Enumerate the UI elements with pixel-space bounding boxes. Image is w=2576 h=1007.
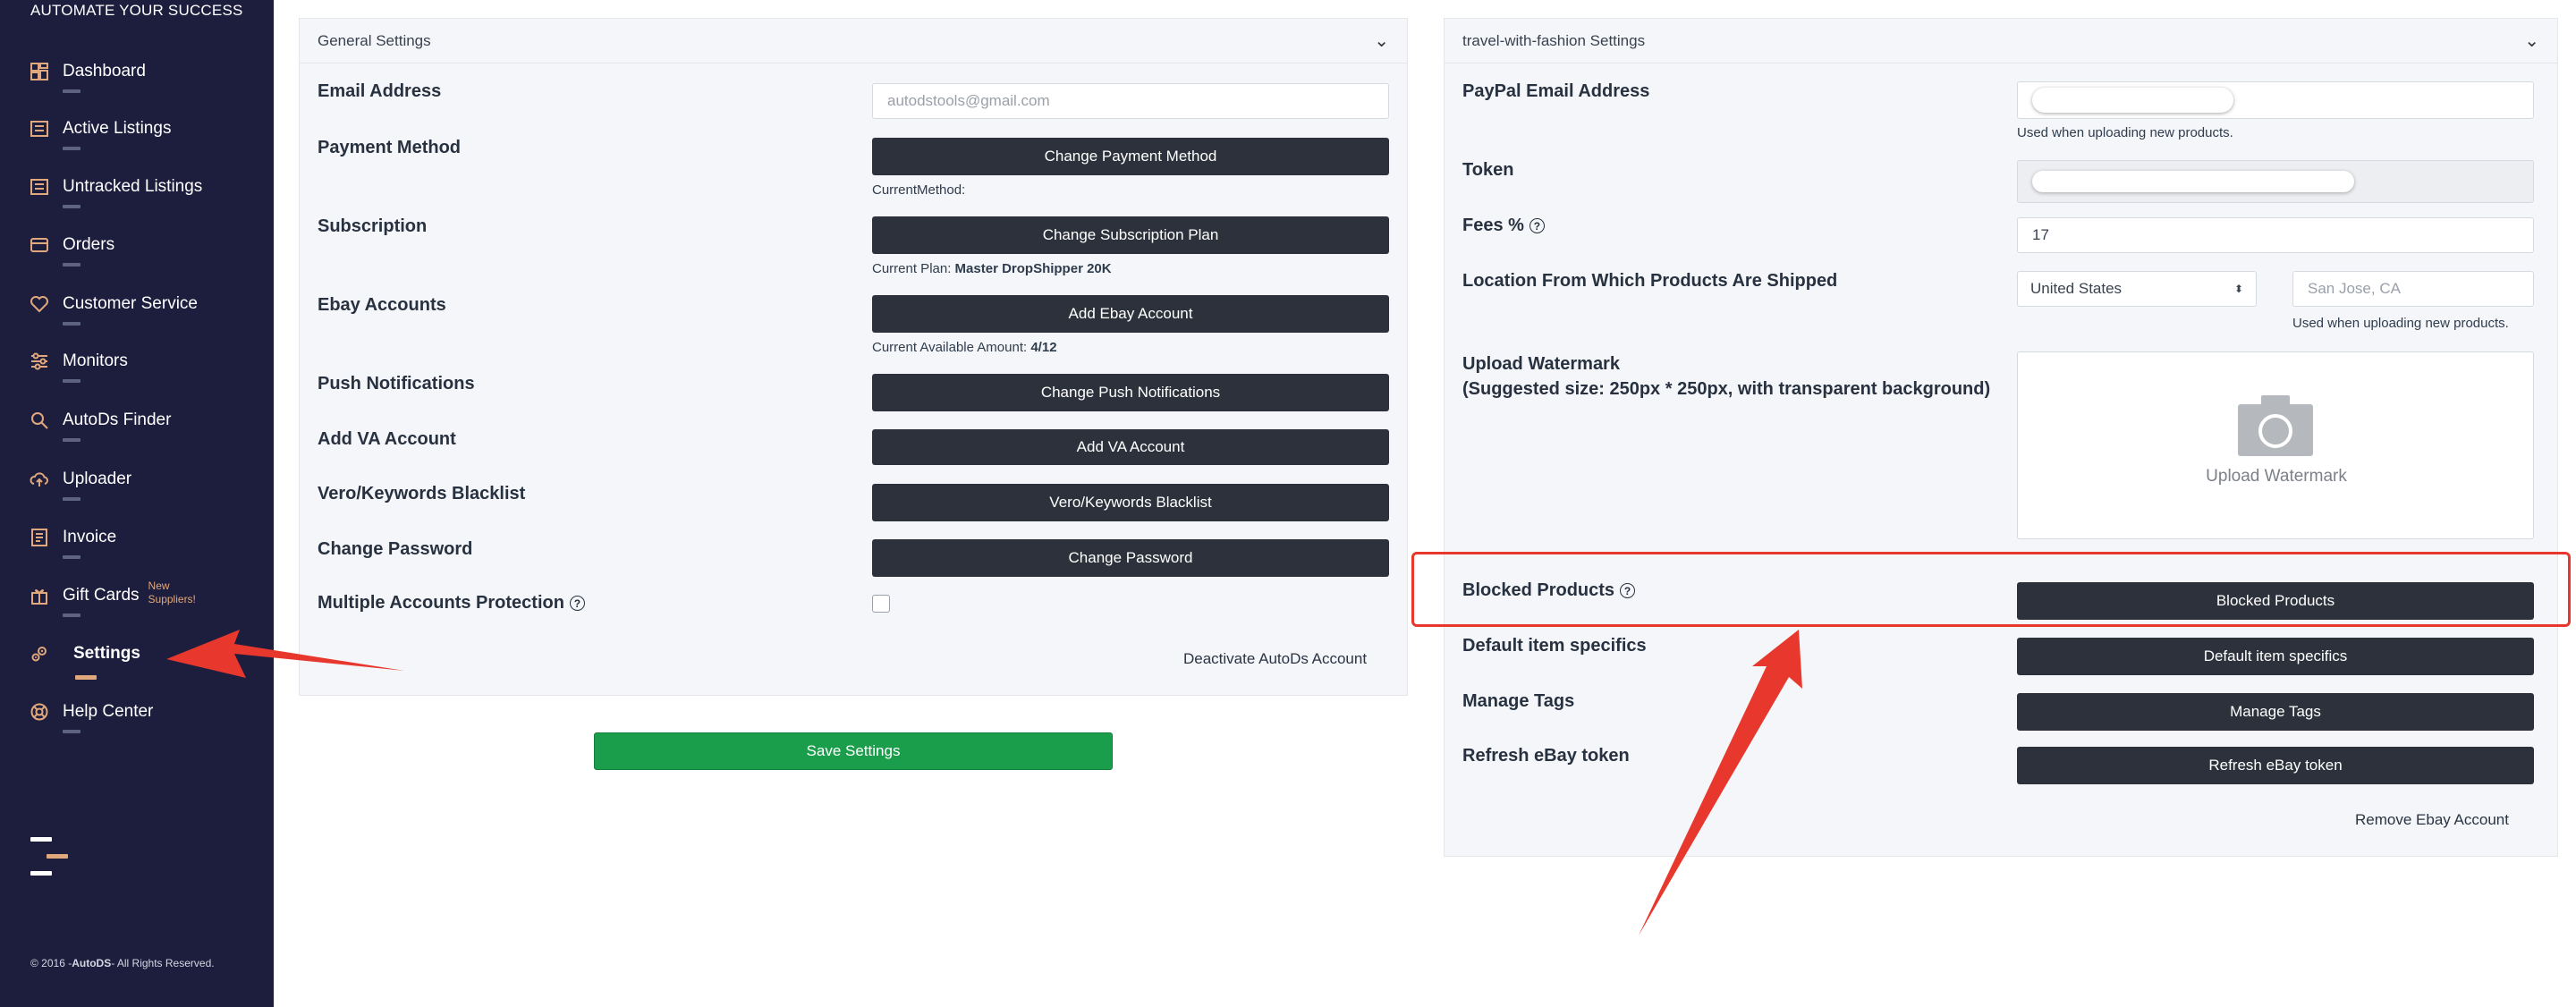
arrow-to-settings [166, 630, 404, 678]
annotation-arrows [166, 630, 1802, 935]
arrow-to-blocked-products [1639, 630, 1802, 935]
app-root: AUTOMATE YOUR SUCCESS Dashboard Active L… [0, 0, 2576, 1007]
